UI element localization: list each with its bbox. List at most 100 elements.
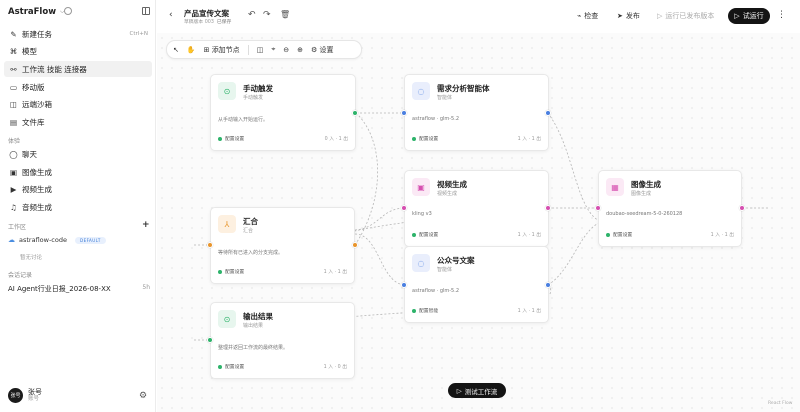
workspace-item[interactable]: ☁ astraflow-code DEFAULT: [8, 236, 106, 244]
sandbox-icon: ◫: [9, 99, 18, 109]
avatar: 张号: [8, 388, 23, 403]
gear-icon[interactable]: ⚙: [139, 391, 147, 401]
zoom-out-icon[interactable]: ⊖: [283, 46, 289, 54]
node-manual-trigger[interactable]: ⊙ 手动触发 手动触发 从手动输入开始运行。 配置设置 0 入 · 1 出: [210, 74, 356, 151]
port-video-in[interactable]: [401, 205, 407, 211]
top-bar: ‹ 产品宣传文案 草稿版本 003 已保存 ↶ ↷ 🗑 ⌁ 检查 ➤ 发布 ▷ 运…: [157, 0, 800, 33]
nav-sandbox[interactable]: ◫ 远端沙箱: [4, 96, 152, 112]
play-icon: ▷: [734, 12, 740, 20]
port-image-in[interactable]: [595, 205, 601, 211]
node-io-count: 1 入 · 0 出: [323, 365, 347, 370]
node-description: doubao-seedream-5-0-260128: [606, 211, 683, 217]
node-analysis-agent[interactable]: ◌ 需求分析智能体 智能体 astraflow · glm-5.2 配置设置 1…: [404, 74, 549, 151]
settings-button[interactable]: ⚙ 设置: [311, 45, 334, 55]
node-merge[interactable]: ⅄ 汇合 汇合 等待所有已进入的分支完成。 配置设置 1 入 · 1 出: [210, 207, 355, 284]
node-io-count: 1 入 · 1 出: [517, 137, 541, 142]
node-config-link[interactable]: 配置设置: [218, 135, 244, 142]
nav-label: 文件库: [22, 117, 45, 127]
test-run-button[interactable]: ▷ 试运行: [728, 8, 770, 24]
section-sessions: 会话记录: [8, 272, 33, 279]
nav-audio-gen[interactable]: ♫ 音频生成: [4, 199, 152, 215]
status-dot: [218, 364, 222, 369]
node-config-link[interactable]: 配置设置: [412, 231, 438, 238]
port-output-in[interactable]: [207, 337, 213, 343]
node-wechat-copy[interactable]: ◌ 公众号文案 智能体 astraflow · glm-5.2 配置智能 1 入…: [404, 246, 549, 323]
node-footer-label: 配置设置: [225, 137, 245, 142]
user-profile[interactable]: 张号 张号 账号: [8, 388, 42, 403]
publish-label: 发布: [625, 12, 640, 20]
section-workspace: 工作区: [8, 224, 27, 231]
node-config-link[interactable]: 配置智能: [412, 307, 438, 314]
node-config-link[interactable]: 配置设置: [606, 231, 632, 238]
run-published-label: 运行已发布版本: [665, 12, 715, 20]
check-button[interactable]: ⌁ 检查: [577, 11, 598, 21]
port-wechat-in[interactable]: [401, 282, 407, 288]
workspace-empty-text: 暂无讨论: [20, 255, 43, 261]
hand-icon[interactable]: ✋: [187, 46, 196, 54]
more-options-icon[interactable]: ⋮: [777, 10, 786, 20]
node-footer-label: 配置设置: [225, 270, 245, 275]
react-flow-attribution[interactable]: React Flow: [768, 401, 792, 406]
node-subtitle: 视频生成: [437, 191, 458, 197]
nav-image-gen[interactable]: ▣ 图像生成: [4, 164, 152, 180]
node-config-link[interactable]: 配置设置: [412, 135, 438, 142]
nav-video-gen[interactable]: ▶ 视频生成: [4, 181, 152, 197]
add-workspace-icon[interactable]: +: [142, 220, 150, 230]
node-footer-label: 配置设置: [225, 365, 245, 370]
nav-mobile[interactable]: ▭ 移动版: [4, 79, 152, 95]
image-icon: ▦: [606, 178, 624, 196]
nav-label: 图像生成: [22, 167, 52, 177]
workspace-name: astraflow-code: [19, 236, 67, 244]
status-icon[interactable]: [64, 7, 72, 15]
node-footer-label: 配置设置: [419, 233, 439, 238]
brand-switcher[interactable]: AstraFlow ⌵: [8, 7, 65, 17]
nav-models[interactable]: ⌘ 模型: [4, 43, 152, 59]
brand-name: AstraFlow: [8, 7, 57, 17]
port-video-out[interactable]: [545, 205, 551, 211]
pointer-icon[interactable]: ↖: [173, 46, 179, 54]
node-output[interactable]: ⊙ 输出结果 输出结果 整理并返回工作流的最终结果。 配置设置 1 入 · 0 …: [210, 302, 355, 379]
run-published-button[interactable]: ▷ 运行已发布版本: [657, 11, 714, 21]
focus-icon[interactable]: ⌖: [271, 45, 275, 54]
zoom-in-icon[interactable]: ⊕: [297, 46, 303, 54]
port-merge-in[interactable]: [207, 242, 213, 248]
node-subtitle: 手动触发: [243, 95, 264, 101]
folder-icon: ▤: [9, 117, 18, 127]
node-video-gen[interactable]: ▣ 视频生成 视频生成 kling v3 配置设置 1 入 · 1 出: [404, 170, 549, 247]
trash-icon[interactable]: 🗑: [280, 10, 290, 19]
default-badge: DEFAULT: [74, 236, 106, 244]
section-experience: 体验: [8, 138, 21, 145]
port-image-out[interactable]: [739, 205, 745, 211]
redo-icon[interactable]: ↷: [263, 10, 271, 20]
video-icon: ▶: [10, 184, 17, 194]
node-title: 图像生成: [631, 180, 661, 189]
test-workflow-button[interactable]: ▷ 测试工作流: [448, 383, 506, 398]
node-config-link[interactable]: 配置设置: [218, 268, 244, 275]
session-item[interactable]: AI Agent行业日报_2026-08-XX 5h: [8, 284, 150, 294]
layout-icon[interactable]: ◫: [257, 46, 264, 54]
saved-status: 已保存: [216, 20, 232, 25]
publish-button[interactable]: ➤ 发布: [617, 11, 640, 21]
nav-workflow[interactable]: ⚯ 工作流 技能 连接器: [4, 61, 152, 77]
undo-icon[interactable]: ↶: [248, 10, 256, 20]
play-icon: ▷: [657, 12, 663, 20]
port-merge-out[interactable]: [352, 242, 358, 248]
node-image-gen[interactable]: ▦ 图像生成 图像生成 doubao-seedream-5-0-260128 配…: [598, 170, 742, 247]
nav-chat[interactable]: ◯ 聊天: [4, 146, 152, 162]
sidebar-toggle-icon[interactable]: [142, 7, 150, 15]
port-wechat-out[interactable]: [545, 282, 551, 288]
nav-new-task[interactable]: ✎ 新建任务 Ctrl+N: [4, 26, 152, 42]
port-manual-out[interactable]: [352, 110, 358, 116]
node-footer-label: 配置设置: [419, 137, 439, 142]
node-description: 从手动输入开始运行。: [218, 117, 269, 123]
back-arrow-icon[interactable]: ‹: [169, 10, 173, 20]
node-config-link[interactable]: 配置设置: [218, 363, 244, 370]
version-subtitle: 草稿版本 003 已保存: [184, 18, 231, 25]
add-node-button[interactable]: ⊞ 添加节点: [204, 45, 240, 55]
node-footer-label: 配置智能: [419, 309, 439, 314]
port-analysis-in[interactable]: [401, 110, 407, 116]
nav-label: 移动版: [22, 82, 45, 92]
nav-files[interactable]: ▤ 文件库: [4, 114, 152, 130]
node-description: astraflow · glm-5.2: [412, 116, 460, 122]
port-analysis-out[interactable]: [545, 110, 551, 116]
